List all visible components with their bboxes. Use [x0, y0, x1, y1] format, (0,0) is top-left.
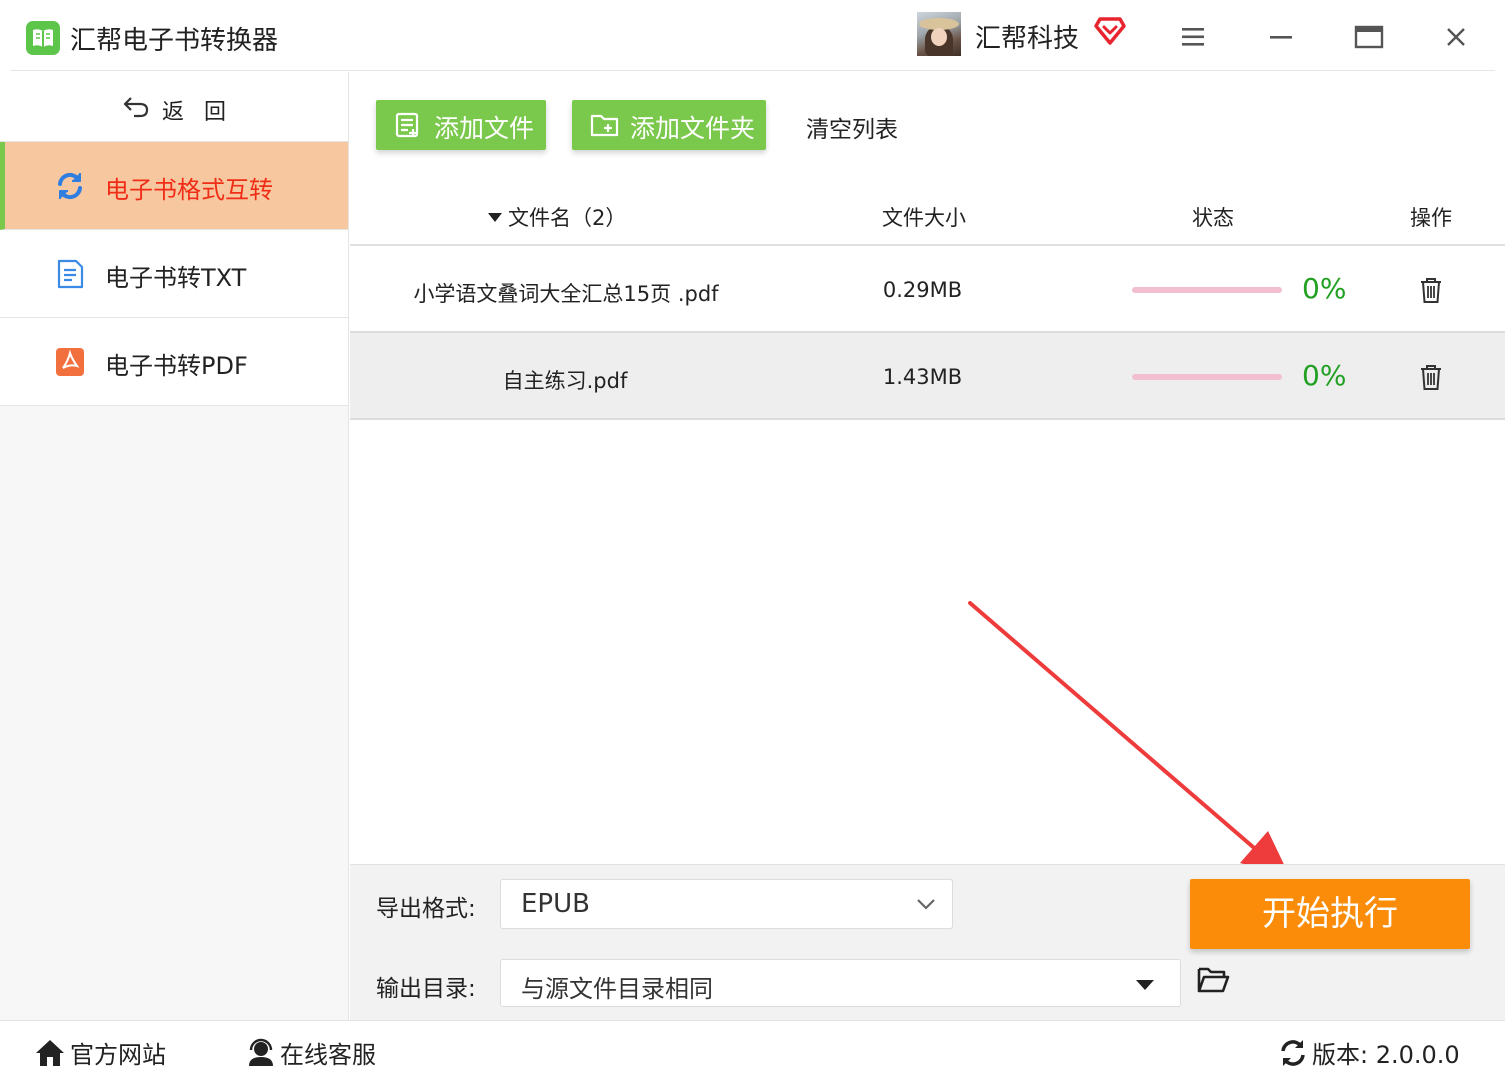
sidebar: 返回 电子书格式互转 电子书转TXT 电子书转PDF	[0, 72, 349, 1020]
trash-icon[interactable]	[1418, 276, 1444, 304]
add-file-icon	[395, 112, 419, 138]
sidebar-item-format-convert[interactable]: 电子书格式互转	[0, 142, 348, 230]
txt-doc-icon	[57, 259, 84, 289]
sort-caret-icon	[488, 212, 502, 222]
pdf-icon	[56, 348, 84, 376]
table-row[interactable]: 自主练习.pdf 1.43MB 0%	[350, 333, 1505, 420]
annotation-arrow	[968, 601, 1290, 877]
back-arrow-icon	[123, 97, 149, 118]
online-support-link[interactable]: 在线客服	[246, 1035, 376, 1071]
column-header-size: 文件大小	[882, 206, 966, 230]
app-window: 汇帮电子书转换器 汇帮科技 返回 电子书格式互转 电子书转TXT 电子书转PDF…	[0, 0, 1505, 1080]
sidebar-item-to-pdf[interactable]: 电子书转PDF	[0, 318, 348, 406]
refresh-icon	[1281, 1040, 1305, 1066]
format-select[interactable]: EPUB	[500, 879, 953, 929]
progress-bar	[1132, 374, 1282, 380]
sidebar-item-to-txt[interactable]: 电子书转TXT	[0, 230, 348, 318]
start-button[interactable]: 开始执行	[1190, 879, 1470, 949]
add-file-label: 添加文件	[434, 114, 535, 143]
column-header-name[interactable]: 文件名（2）	[488, 202, 626, 232]
progress-percent: 0%	[1302, 359, 1347, 392]
progress-percent: 0%	[1302, 272, 1347, 305]
file-name: 小学语文叠词大全汇总15页 .pdf	[413, 282, 719, 306]
trash-icon[interactable]	[1418, 363, 1444, 391]
home-icon	[36, 1040, 64, 1066]
official-website-link[interactable]: 官方网站	[34, 1035, 166, 1071]
output-dir-select[interactable]: 与源文件目录相同	[500, 959, 1181, 1007]
sidebar-item-label: 电子书转PDF	[105, 352, 248, 380]
chevron-down-icon	[917, 899, 935, 910]
avatar[interactable]	[917, 12, 961, 56]
format-label: 导出格式:	[376, 896, 476, 922]
column-header-action: 操作	[1410, 206, 1452, 230]
maximize-icon[interactable]	[1354, 24, 1384, 50]
convert-icon	[58, 172, 82, 200]
headset-icon	[249, 1038, 273, 1066]
app-title: 汇帮电子书转换器	[70, 26, 279, 56]
version-info: 版本: 2.0.0.0	[1278, 1035, 1460, 1071]
status-bar: 官方网站 在线客服 版本: 2.0.0.0	[0, 1020, 1505, 1080]
progress-bar	[1132, 287, 1282, 293]
file-size: 1.43MB	[882, 365, 963, 389]
add-folder-label: 添加文件夹	[630, 114, 756, 143]
book-icon	[26, 21, 60, 55]
back-label: 返回	[162, 100, 247, 125]
file-size: 0.29MB	[882, 278, 963, 302]
dir-label: 输出目录:	[376, 976, 476, 1002]
table-header: 文件名（2） 文件大小 状态 操作	[350, 182, 1505, 246]
add-folder-button[interactable]: 添加文件夹	[572, 100, 766, 150]
diamond-icon[interactable]	[1094, 16, 1126, 46]
format-value: EPUB	[521, 889, 590, 919]
table-row[interactable]: 小学语文叠词大全汇总15页 .pdf 0.29MB 0%	[350, 246, 1505, 333]
close-icon[interactable]	[1444, 24, 1468, 50]
caret-down-icon	[1136, 980, 1154, 990]
output-settings-panel: 导出格式: EPUB 输出目录: 与源文件目录相同 开始执行	[350, 864, 1505, 1020]
title-divider	[10, 70, 1495, 71]
file-name: 自主练习.pdf	[502, 369, 628, 393]
toolbar: 添加文件 添加文件夹 清空列表	[350, 72, 1505, 182]
back-button[interactable]: 返回	[0, 72, 348, 142]
column-header-status: 状态	[1192, 206, 1234, 230]
menu-icon[interactable]	[1180, 26, 1206, 48]
output-dir-value: 与源文件目录相同	[521, 975, 713, 1003]
title-bar: 汇帮电子书转换器 汇帮科技	[0, 0, 1505, 72]
add-folder-icon	[590, 114, 619, 137]
folder-open-icon[interactable]	[1196, 965, 1230, 995]
sidebar-item-label: 电子书转TXT	[105, 264, 247, 292]
add-file-button[interactable]: 添加文件	[376, 100, 546, 150]
username[interactable]: 汇帮科技	[975, 18, 1079, 55]
sidebar-item-label: 电子书格式互转	[105, 176, 273, 204]
minimize-icon[interactable]	[1268, 26, 1294, 48]
clear-list-button[interactable]: 清空列表	[806, 110, 898, 144]
